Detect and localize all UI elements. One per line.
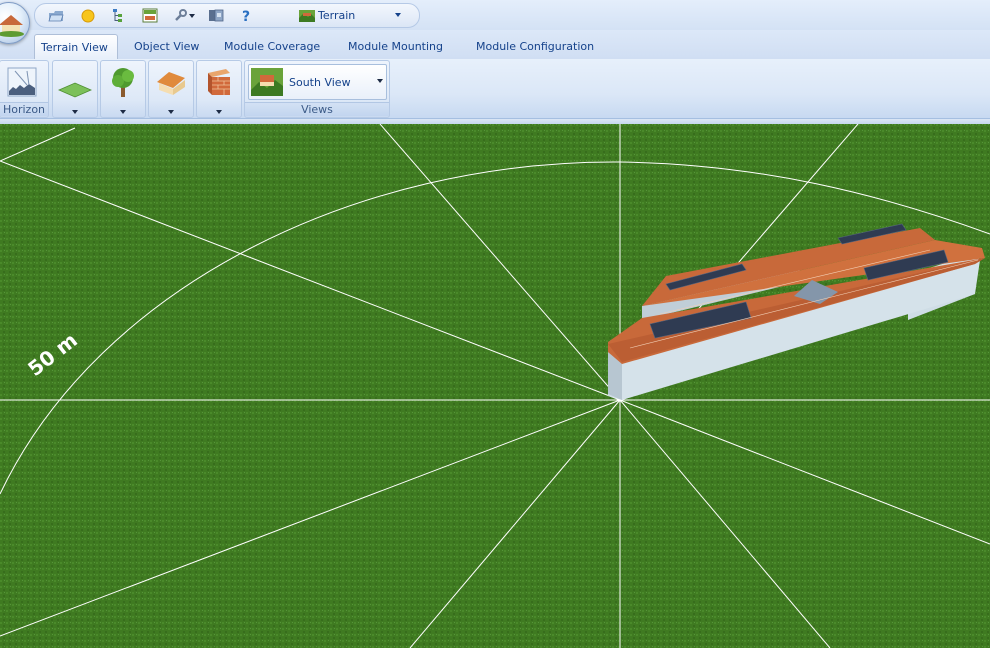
report-icon — [142, 8, 158, 23]
house-logo-icon — [0, 15, 24, 37]
ribbon-panel: Horizon South View Views — [0, 59, 990, 119]
horizon-group-caption: Horizon — [0, 102, 48, 116]
tree-structure-icon — [113, 8, 122, 22]
horizon-group: Horizon — [0, 60, 49, 118]
house-button[interactable] — [151, 63, 191, 100]
tab-module-configuration[interactable]: Module Configuration — [470, 34, 600, 59]
title-bar: ? Terrain — [0, 0, 990, 44]
application-window: ? Terrain Terrain View Object View Modul… — [0, 0, 990, 648]
terrain-area-dropdown-icon[interactable] — [72, 110, 78, 114]
sun-icon — [81, 9, 95, 22]
terrain-selector-value: Terrain — [318, 9, 356, 22]
south-view-icon — [251, 68, 283, 96]
house-icon — [157, 71, 185, 95]
tree-icon — [112, 67, 134, 97]
tree-button[interactable] — [103, 63, 143, 100]
terrain-scene[interactable] — [0, 124, 990, 648]
vegetation-group — [100, 60, 146, 118]
wrench-icon — [175, 8, 187, 21]
tab-object-view[interactable]: Object View — [128, 34, 205, 59]
views-group: South View Views — [244, 60, 390, 118]
horizon-icon — [7, 67, 37, 96]
terrain-area-icon — [58, 82, 92, 97]
terrain-selector[interactable]: Terrain — [297, 6, 411, 25]
brick-wall-icon — [208, 68, 230, 95]
tab-module-mounting[interactable]: Module Mounting — [342, 34, 449, 59]
wall-group — [196, 60, 242, 118]
open-project-button[interactable] — [45, 7, 67, 24]
open-folder-icon — [48, 10, 64, 21]
terrain-area-group — [52, 60, 98, 118]
report-button[interactable] — [139, 7, 161, 24]
chevron-down-icon — [395, 13, 401, 17]
house-dropdown-icon[interactable] — [168, 110, 174, 114]
sun-button[interactable] — [77, 7, 99, 24]
svg-text:?: ? — [242, 9, 250, 24]
ribbon-tabs: Terrain View Object View Module Coverage… — [0, 30, 990, 60]
tools-button[interactable] — [170, 7, 198, 24]
views-group-caption: Views — [245, 102, 389, 116]
view-selector-value: South View — [289, 75, 351, 89]
quick-access-toolbar: ? Terrain — [34, 3, 420, 28]
tree-dropdown-icon[interactable] — [120, 110, 126, 114]
building-group — [148, 60, 194, 118]
tab-module-coverage[interactable]: Module Coverage — [218, 34, 326, 59]
view-selector[interactable]: South View — [248, 64, 387, 100]
catalog-icon — [209, 9, 224, 22]
terrain-area-button[interactable] — [55, 71, 95, 108]
tools-dropdown-icon — [189, 13, 195, 18]
tab-terrain-view[interactable]: Terrain View — [34, 34, 118, 60]
grass-ground — [0, 124, 990, 648]
horizon-button[interactable] — [2, 63, 42, 100]
terrain-icon — [299, 10, 315, 22]
terrain-viewport[interactable]: 50 m — [0, 124, 990, 648]
help-button[interactable]: ? — [235, 7, 257, 24]
catalog-button[interactable] — [205, 7, 227, 24]
wall-dropdown-icon[interactable] — [216, 110, 222, 114]
tree-structure-button[interactable] — [107, 7, 129, 24]
help-icon: ? — [242, 9, 250, 24]
wall-button[interactable] — [199, 63, 239, 100]
chevron-down-icon — [377, 79, 383, 83]
